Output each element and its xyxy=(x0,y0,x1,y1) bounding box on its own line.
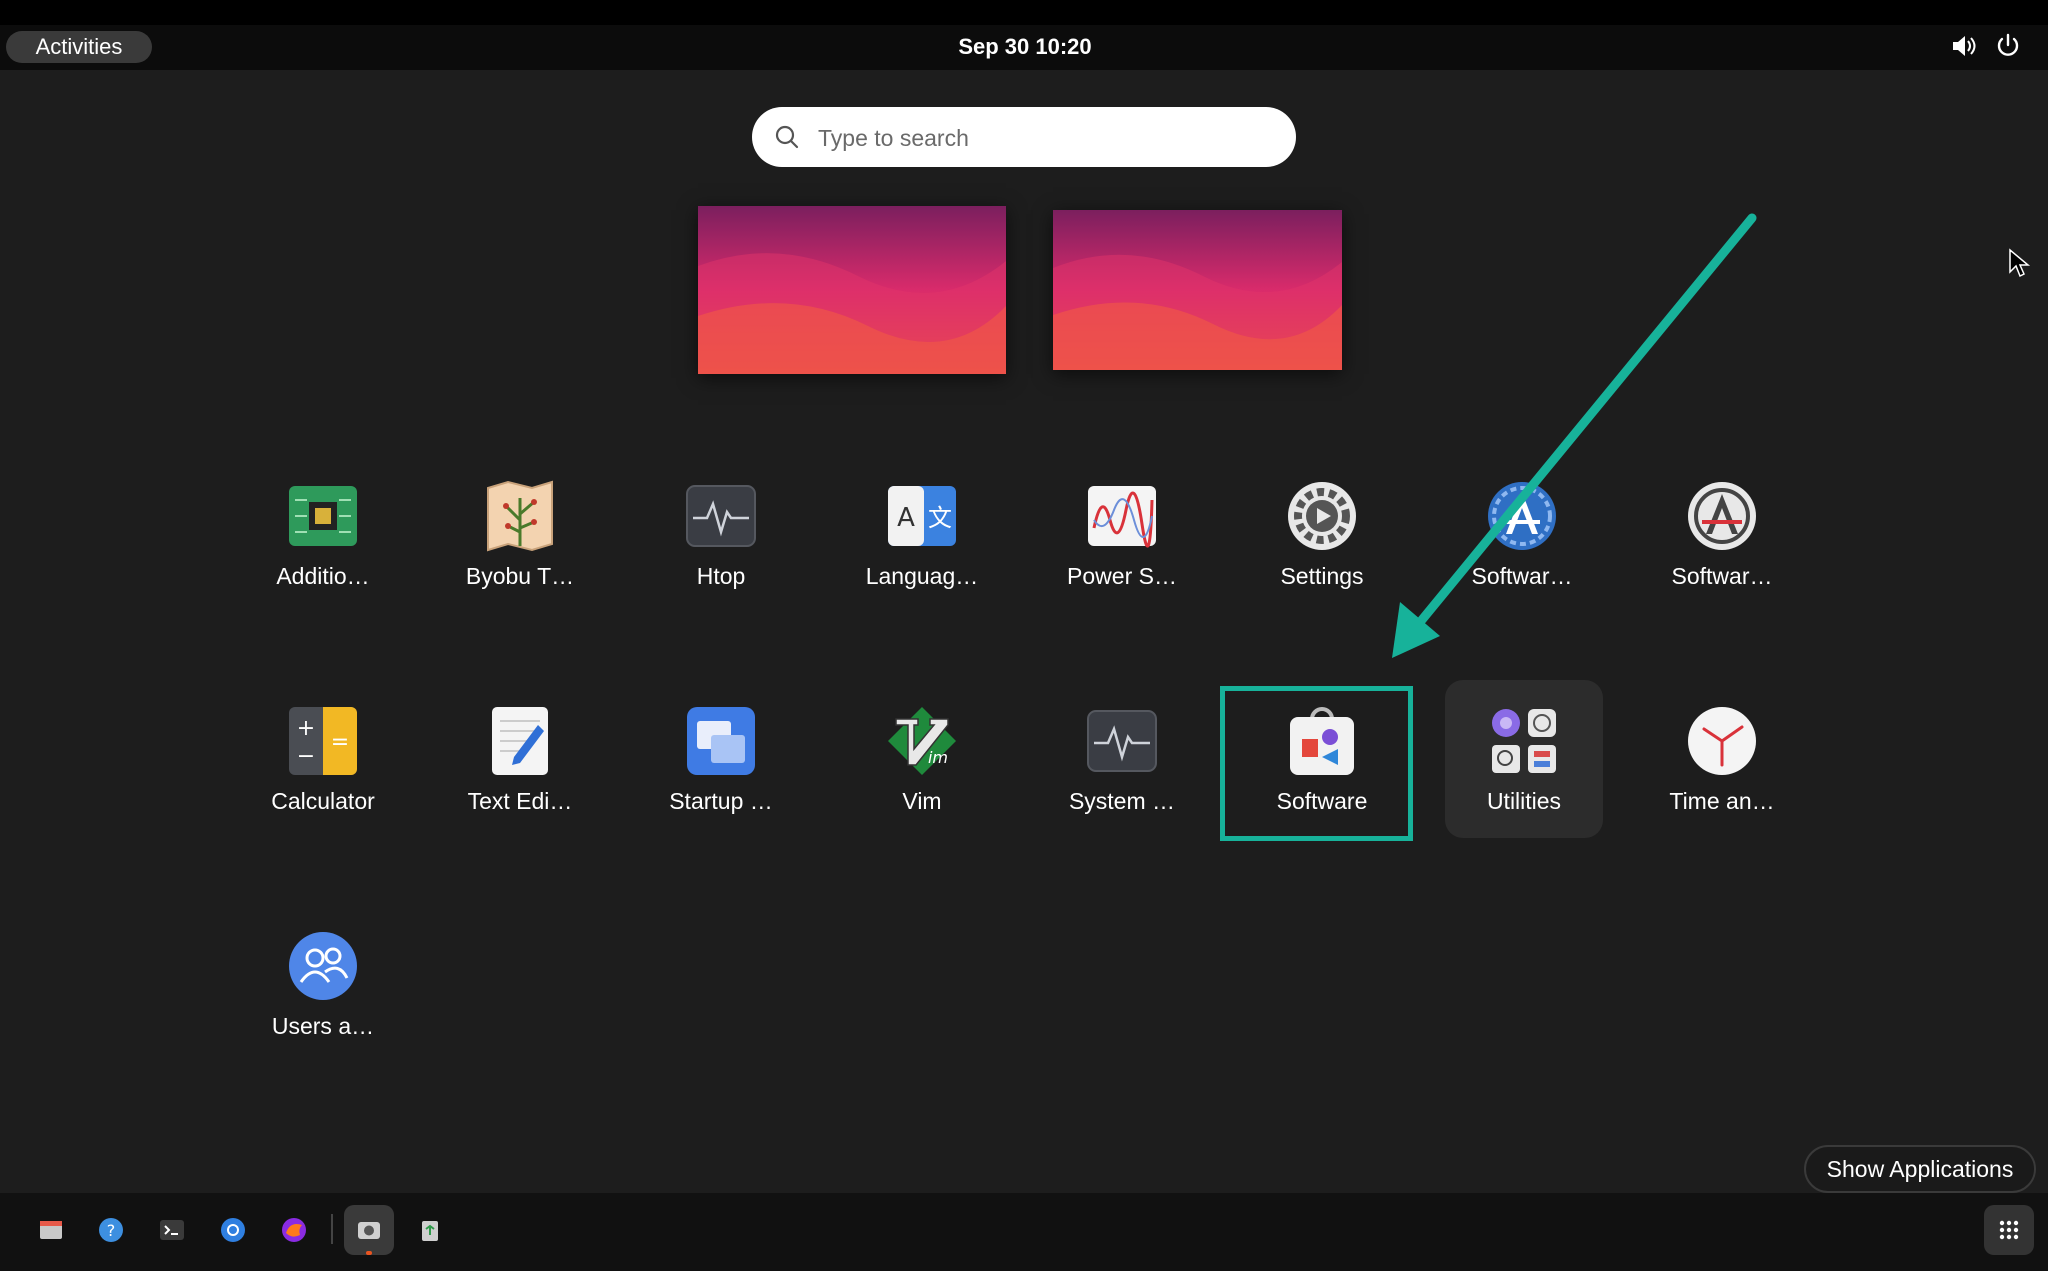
app-time-and-date[interactable]: Time an… xyxy=(1632,690,1812,850)
app-label: Startup … xyxy=(669,788,773,814)
dock-chromium[interactable] xyxy=(208,1205,258,1255)
app-label: System … xyxy=(1068,788,1176,814)
app-label: Time an… xyxy=(1669,788,1775,814)
dock-screenshot[interactable] xyxy=(344,1205,394,1255)
workspace-thumbnail-2[interactable] xyxy=(1053,210,1342,370)
dock-firefox[interactable] xyxy=(269,1205,319,1255)
app-label: Power S… xyxy=(1067,563,1177,589)
app-label: Additio… xyxy=(276,563,370,589)
clock[interactable]: Sep 30 10:20 xyxy=(920,31,1130,63)
software-updater-icon xyxy=(1488,482,1556,550)
mouse-cursor-icon xyxy=(2009,248,2031,278)
svg-text:=: = xyxy=(331,730,349,755)
app-software-updater[interactable]: Softwar… xyxy=(1432,465,1612,625)
svg-text:+: + xyxy=(297,716,315,741)
power-stats-icon xyxy=(1088,486,1156,548)
app-grid-icon xyxy=(1999,1220,2019,1240)
chromium-icon xyxy=(221,1218,245,1242)
app-software-properties[interactable]: Softwar… xyxy=(1632,465,1812,625)
utilities-folder-icon xyxy=(1492,709,1556,773)
app-text-editor[interactable]: Text Edi… xyxy=(430,690,610,850)
software-properties-icon xyxy=(1688,482,1756,550)
gear-icon xyxy=(1288,482,1356,550)
dock-show-apps[interactable] xyxy=(1984,1205,2034,1255)
app-label: Htop xyxy=(696,563,746,589)
clock-icon xyxy=(1688,707,1756,775)
map-icon xyxy=(487,480,553,552)
app-label: Byobu T… xyxy=(465,563,575,589)
app-language-support[interactable]: A 文 Languag… xyxy=(832,465,1012,625)
chip-icon xyxy=(289,486,357,546)
running-indicator xyxy=(366,1251,372,1255)
dock-trash[interactable] xyxy=(405,1205,455,1255)
app-calculator[interactable]: + − = Calculator xyxy=(233,690,413,850)
search-placeholder: Type to search xyxy=(818,125,969,151)
app-label: Calculator xyxy=(271,788,375,814)
app-users-and-groups[interactable]: Users a… xyxy=(233,915,413,1075)
app-label: Settings xyxy=(1280,563,1364,589)
trash-icon xyxy=(422,1221,438,1241)
app-byobu-terminal[interactable]: Byobu T… xyxy=(430,465,610,625)
app-label: Vim xyxy=(902,788,942,814)
files-icon xyxy=(40,1221,62,1239)
app-vim[interactable]: im Vim xyxy=(832,690,1012,850)
svg-text:?: ? xyxy=(107,1221,116,1240)
workspace-thumbnail-1[interactable] xyxy=(698,206,1006,374)
dock-help[interactable]: ? xyxy=(86,1205,136,1255)
app-settings[interactable]: Settings xyxy=(1232,465,1412,625)
dock-terminal[interactable] xyxy=(147,1205,197,1255)
svg-text:文: 文 xyxy=(928,504,952,532)
dock-files[interactable] xyxy=(26,1205,76,1255)
dock-separator xyxy=(331,1214,333,1244)
app-startup-disk-creator[interactable]: Startup … xyxy=(631,690,811,850)
activity-monitor-icon xyxy=(686,485,756,547)
app-label: Text Edi… xyxy=(467,788,573,814)
app-system-monitor[interactable]: System … xyxy=(1032,690,1212,850)
search-icon xyxy=(775,125,799,149)
vim-icon: im xyxy=(888,707,956,775)
volume-icon[interactable] xyxy=(1950,32,1978,60)
terminal-icon xyxy=(160,1220,184,1240)
language-icon: A 文 xyxy=(888,486,956,546)
activities-button[interactable]: Activities xyxy=(6,31,152,63)
app-label: Languag… xyxy=(865,563,979,589)
help-icon: ? xyxy=(99,1218,123,1242)
text-editor-icon xyxy=(492,707,548,775)
startup-disk-icon xyxy=(687,707,755,775)
app-power-statistics[interactable]: Power S… xyxy=(1032,465,1212,625)
firefox-icon xyxy=(282,1218,306,1242)
app-label: Softwar… xyxy=(1671,563,1773,589)
app-label: Utilities xyxy=(1486,788,1562,814)
app-additional-drivers[interactable]: Additio… xyxy=(233,465,413,625)
app-label: Users a… xyxy=(271,1013,375,1039)
calculator-icon: + − = xyxy=(289,707,357,775)
svg-text:A: A xyxy=(897,503,915,533)
show-applications-button[interactable]: Show Applications xyxy=(1804,1145,2036,1193)
annotation-highlight-box xyxy=(1220,686,1413,841)
app-label: Softwar… xyxy=(1471,563,1573,589)
power-icon[interactable] xyxy=(1994,32,2022,60)
app-htop[interactable]: Htop xyxy=(631,465,811,625)
svg-text:im: im xyxy=(928,748,948,767)
users-icon xyxy=(289,932,357,1000)
svg-text:−: − xyxy=(297,744,315,769)
system-monitor-icon xyxy=(1087,710,1157,772)
folder-utilities[interactable]: Utilities xyxy=(1434,690,1614,850)
screenshot-icon xyxy=(358,1222,380,1239)
annotation-arrow xyxy=(1392,213,1757,658)
